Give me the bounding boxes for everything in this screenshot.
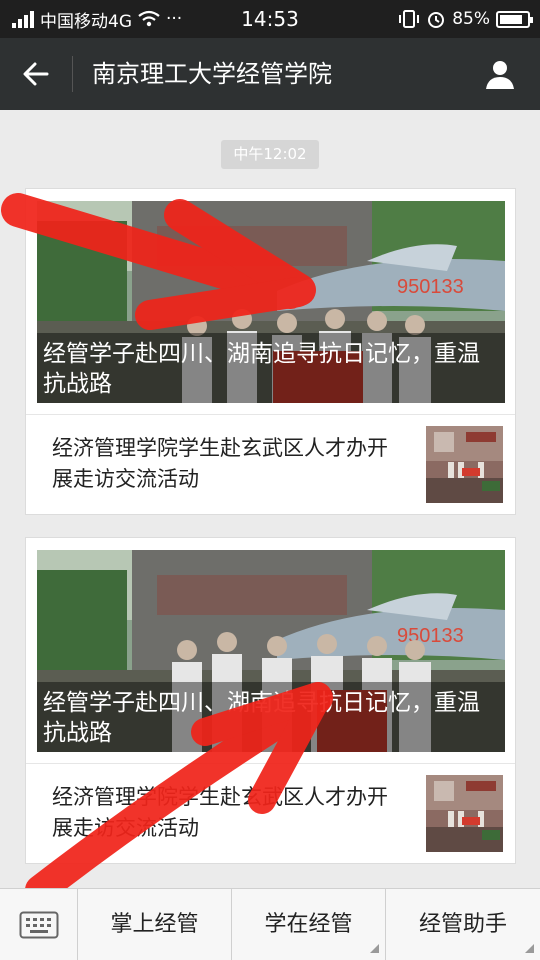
profile-button[interactable] xyxy=(480,54,520,94)
sub-article-photo xyxy=(426,426,503,503)
keyboard-icon xyxy=(19,911,58,939)
sub-article-title[interactable]: 经济管理学院学生赴玄武区人才办开展走访交流活动 xyxy=(52,782,404,844)
card-divider xyxy=(26,763,515,764)
main-article-title: 经管学子赴四川、湖南追寻抗日记忆，重温抗战路 xyxy=(37,333,505,403)
menu-item-assistant[interactable]: 经管助手 xyxy=(386,889,540,960)
sub-article-title[interactable]: 经济管理学院学生赴玄武区人才办开展走访交流活动 xyxy=(52,433,404,495)
menu-item-label: 经管助手 xyxy=(418,912,507,937)
back-button[interactable] xyxy=(14,54,58,94)
menu-item-palm[interactable]: 掌上经管 xyxy=(78,889,232,960)
menu-item-label: 学在经管 xyxy=(264,912,353,937)
vibrate-icon xyxy=(399,10,420,28)
battery-icon xyxy=(496,10,533,28)
battery-label: 85% xyxy=(452,9,490,29)
main-article[interactable]: 950133 经管学子赴四川、湖南追寻抗日记忆，重温抗战路 xyxy=(37,201,505,403)
page-title: 南京理工大学经管学院 xyxy=(92,60,332,88)
person-icon xyxy=(486,61,514,89)
svg-text:950133: 950133 xyxy=(397,625,464,647)
submenu-indicator-icon xyxy=(525,944,534,953)
nav-bar: 南京理工大学经管学院 xyxy=(0,38,540,110)
status-bar: 中国移动4G ··· 14:53 85% xyxy=(0,0,540,38)
message-timestamp: 中午12:02 xyxy=(221,140,319,169)
main-article-title: 经管学子赴四川、湖南追寻抗日记忆，重温抗战路 xyxy=(37,682,505,752)
keyboard-toggle-button[interactable] xyxy=(0,889,78,960)
submenu-indicator-icon xyxy=(370,944,379,953)
menu-item-label: 掌上经管 xyxy=(110,912,199,937)
article-card: 950133 经管学子赴四川、湖南追寻抗日记忆，重温抗战路 经济管理学院学生赴玄… xyxy=(25,188,516,515)
article-card: 950133 经管学子赴四川、湖南追寻抗日记忆，重温抗战路 经济管理学院学生赴玄… xyxy=(25,537,516,864)
main-article[interactable]: 950133 经管学子赴四川、湖南追寻抗日记忆，重温抗战路 xyxy=(37,550,505,752)
bottom-menu: 掌上经管 学在经管 经管助手 xyxy=(0,888,540,960)
sub-article-thumbnail[interactable] xyxy=(426,775,503,852)
alarm-icon xyxy=(428,12,445,28)
menu-item-study[interactable]: 学在经管 xyxy=(232,889,386,960)
svg-text:950133: 950133 xyxy=(397,276,464,298)
card-divider xyxy=(26,414,515,415)
back-arrow-icon xyxy=(23,62,49,86)
nav-divider xyxy=(72,56,73,92)
sub-article-photo xyxy=(426,775,503,852)
sub-article-thumbnail[interactable] xyxy=(426,426,503,503)
